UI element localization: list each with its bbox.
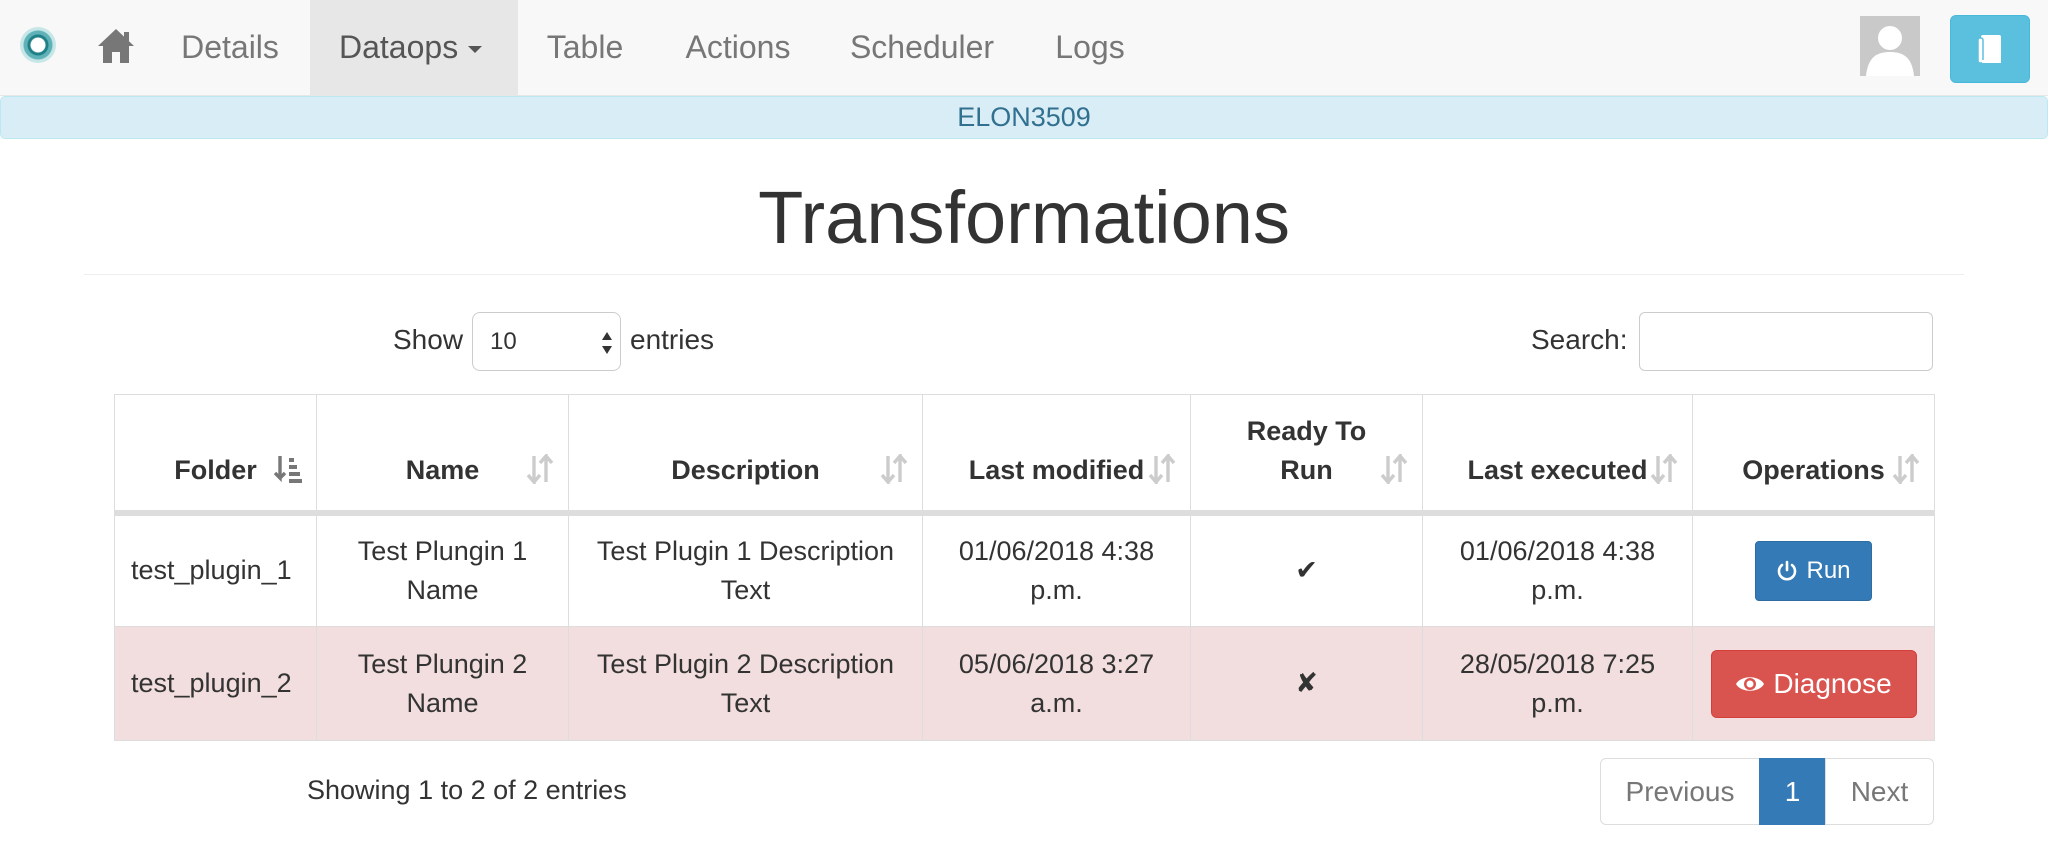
sort-both-icon: [526, 453, 554, 484]
column-header-label: Last executed: [1467, 454, 1648, 485]
column-header-operations[interactable]: Operations: [1692, 394, 1935, 516]
column-header-label: Last modified: [968, 454, 1145, 485]
cell-name: Test Plungin 1 Name: [316, 512, 569, 627]
table-row: test_plugin_2 Test Plungin 2 Name Test P…: [114, 626, 1935, 741]
check-icon: ✔: [1295, 555, 1318, 586]
nav-details[interactable]: Details: [160, 0, 300, 96]
table-header-row: Folder Name Description Last modified Re…: [114, 394, 1935, 516]
show-label: Show: [393, 324, 464, 355]
nav-dataops-label: Dataops: [339, 29, 459, 65]
sort-both-icon: [1148, 453, 1176, 484]
next-page-button[interactable]: Next: [1825, 758, 1934, 825]
transformations-table: Folder Name Description Last modified Re…: [114, 394, 1935, 741]
title-divider: [84, 274, 1964, 275]
cell-operations: Diagnose: [1692, 626, 1935, 741]
sort-both-icon: [1892, 453, 1920, 484]
project-banner: ELON3509: [0, 96, 2048, 139]
home-icon[interactable]: [92, 22, 140, 70]
power-icon: [1778, 560, 1797, 581]
column-header-name[interactable]: Name: [316, 394, 569, 516]
entries-length-value: 10: [490, 328, 517, 355]
cell-operations: Run: [1692, 512, 1935, 627]
user-avatar-icon[interactable]: [1860, 16, 1920, 76]
diagnose-button-label: Diagnose: [1773, 668, 1892, 699]
nav-actions[interactable]: Actions: [664, 0, 812, 96]
search-label: Search:: [1531, 324, 1628, 355]
column-header-label: Description: [671, 454, 820, 485]
run-button-label: Run: [1806, 557, 1851, 585]
column-header-label: Operations: [1742, 454, 1885, 485]
nav-dataops-dropdown[interactable]: Dataops: [310, 0, 518, 96]
nav-logs[interactable]: Logs: [1040, 0, 1140, 96]
diagnose-button[interactable]: Diagnose: [1710, 649, 1917, 718]
column-header-last-modified[interactable]: Last modified: [922, 394, 1191, 516]
current-page-button[interactable]: 1: [1759, 758, 1826, 825]
column-header-label: Folder: [174, 454, 257, 485]
cell-last-executed: 01/06/2018 4:38 p.m.: [1422, 512, 1693, 627]
sort-both-icon: [1380, 453, 1408, 484]
cell-description: Test Plugin 2 Description Text: [568, 626, 923, 741]
caret-down-icon: [468, 46, 483, 54]
cell-folder: test_plugin_2: [114, 626, 317, 741]
sort-ascending-icon: [274, 455, 302, 483]
book-icon: [1977, 35, 2001, 64]
nav-scheduler[interactable]: Scheduler: [830, 0, 1014, 96]
cell-last-modified: 01/06/2018 4:38 p.m.: [922, 512, 1191, 627]
cell-ready-to-run: ✘: [1190, 626, 1423, 741]
search-input[interactable]: [1639, 312, 1933, 371]
nav-table[interactable]: Table: [518, 0, 652, 96]
run-button[interactable]: Run: [1755, 540, 1872, 601]
column-header-description[interactable]: Description: [568, 394, 923, 516]
entries-length-select[interactable]: 10: [472, 312, 621, 371]
sort-both-icon: [880, 453, 908, 484]
cell-ready-to-run: ✔: [1190, 512, 1423, 627]
cell-name: Test Plungin 2 Name: [316, 626, 569, 741]
top-navbar: Details Dataops Table Actions Scheduler …: [0, 0, 2048, 96]
eye-icon: [1736, 676, 1765, 691]
cross-icon: ✘: [1295, 668, 1318, 698]
book-button[interactable]: [1950, 15, 2030, 83]
select-arrows-icon: [602, 332, 612, 354]
column-header-last-executed[interactable]: Last executed: [1422, 394, 1693, 516]
sort-both-icon: [1650, 453, 1678, 484]
pagination: Previous 1 Next: [1600, 758, 1934, 825]
entries-label: entries: [630, 324, 715, 355]
cell-last-executed: 28/05/2018 7:25 p.m.: [1422, 626, 1693, 741]
previous-page-button[interactable]: Previous: [1600, 758, 1760, 825]
cell-folder: test_plugin_1: [114, 512, 317, 627]
column-header-ready-to-run[interactable]: Ready To Run: [1190, 394, 1423, 516]
brand-logo-icon[interactable]: [20, 27, 56, 63]
table-row: test_plugin_1 Test Plungin 1 Name Test P…: [114, 512, 1935, 627]
column-header-label: Ready To Run: [1246, 415, 1367, 485]
cell-description: Test Plugin 1 Description Text: [568, 512, 923, 627]
table-info: Showing 1 to 2 of 2 entries: [307, 775, 627, 805]
page-title: Transformations: [758, 176, 1290, 259]
cell-last-modified: 05/06/2018 3:27 a.m.: [922, 626, 1191, 741]
column-header-folder[interactable]: Folder: [114, 394, 317, 516]
column-header-label: Name: [405, 454, 480, 485]
